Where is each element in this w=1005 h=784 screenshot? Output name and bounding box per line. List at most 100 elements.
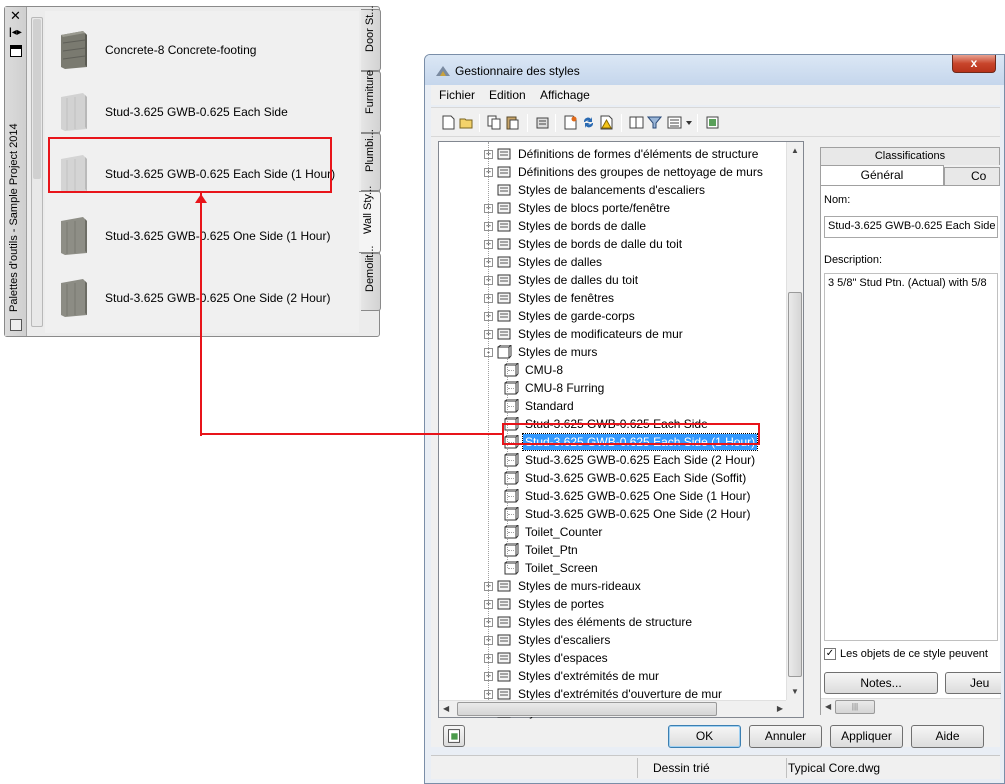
tab-components[interactable]: Co [944,167,1000,185]
menu-affichage[interactable]: Affichage [540,88,590,102]
tab-demolition[interactable]: Demolit... [361,246,381,311]
connector-line-vertical [200,193,202,436]
synchronize-icon[interactable] [581,115,596,130]
tab-label: Demolit... [364,245,376,292]
tree-row[interactable]: Toilet_Counter [503,523,604,541]
menu-edition[interactable]: Edition [489,88,526,102]
scroll-left-icon[interactable]: ◀ [825,702,831,711]
warning-icon[interactable] [599,115,614,130]
tree-row[interactable]: - Styles de murs [484,343,599,361]
tree-row[interactable]: + Styles d'espaces [484,649,610,667]
tree-row[interactable]: Styles de balancements d'escaliers [484,181,707,199]
palette-scroll-thumb[interactable] [33,19,41,179]
tree-row[interactable]: + Styles de modificateurs de mur [484,325,685,343]
help-button[interactable]: Aide [911,725,984,748]
tree-row[interactable]: + Styles de bords de dalle [484,217,648,235]
properties-horizontal-scrollbar[interactable]: ◀ ||| [821,698,1001,715]
view-options-icon[interactable] [667,115,682,130]
tree-row[interactable]: CMU-8 Furring [503,379,606,397]
shape-def-icon [497,148,511,160]
chevron-down-icon[interactable] [685,115,693,130]
cancel-button[interactable]: Annuler [749,725,822,748]
tree-row[interactable]: + Styles des éléments de structure [484,613,694,631]
tree-row[interactable]: + Styles de dalles [484,253,604,271]
tree-row[interactable]: + Définitions des groupes de nettoyage de… [484,163,765,181]
tree-row[interactable]: Stud-3.625 GWB-0.625 Each Side (Soffit) [503,469,748,487]
style-manager-settings-icon[interactable] [705,115,720,130]
scroll-up-icon[interactable]: ▲ [791,146,799,155]
tree-row-label: Styles d'extrémités de mur [518,669,660,683]
tree-guide-line [508,514,518,515]
objects-style-option[interactable]: ✓ Les objets de ce style peuvent [824,648,988,660]
tab-plumbing[interactable]: Plumbi... [361,129,381,191]
tree-row[interactable]: + Styles de fenêtres [484,289,616,307]
tab-furniture[interactable]: Furniture [361,70,381,133]
objects-style-checkbox[interactable]: ✓ [824,648,836,660]
scroll-down-icon[interactable]: ▼ [791,687,799,696]
tree-highlight-box [502,423,760,445]
name-field[interactable]: Stud-3.625 GWB-0.625 Each Side [824,216,998,238]
tree-row[interactable]: Stud-3.625 GWB-0.625 One Side (2 Hour) [503,505,752,523]
tab-label: Door St... [364,5,376,52]
status-separator [637,758,638,778]
railing-icon [497,310,511,322]
toggle-drawing-icon[interactable] [443,725,465,747]
palette-scrollbar[interactable] [31,17,43,327]
tree-hscroll-thumb[interactable] [457,702,717,716]
tree-row[interactable]: + Styles de bords de dalle du toit [484,235,684,253]
tree-row[interactable]: + Définitions de formes d'éléments de str… [484,145,760,163]
copy-icon[interactable] [487,115,502,130]
tree-row[interactable]: + Styles de dalles du toit [484,271,640,289]
palette-tool-concrete-footing[interactable]: Concrete-8 Concrete-footing [55,25,355,75]
scroll-right-icon[interactable]: ▶ [777,704,783,713]
palette-tool-stud-one-side-2hr[interactable]: Stud-3.625 GWB-0.625 One Side (2 Hour) [55,273,355,323]
new-drawing-icon[interactable] [441,115,456,130]
tree-row[interactable]: + Styles de garde-corps [484,307,637,325]
toolbar-separator [527,114,528,132]
toolbar-separator [697,114,698,132]
tree-row[interactable]: Stud-3.625 GWB-0.625 Each Side (2 Hour) [503,451,757,469]
tree-row[interactable]: Stud-3.625 GWB-0.625 One Side (1 Hour) [503,487,752,505]
tree-vertical-scrollbar[interactable]: ▲ ▼ [786,142,803,701]
tree-row-label: Stud-3.625 GWB-0.625 Each Side (Soffit) [525,471,747,485]
close-button[interactable]: x [952,55,996,73]
description-field[interactable]: 3 5/8" Stud Ptn. (Actual) with 5/8 [824,273,998,641]
connector-arrow-icon [195,194,207,203]
tree-row[interactable]: + Styles de portes [484,595,606,613]
style-manager-icon [436,66,450,76]
palette-tool-label: Concrete-8 Concrete-footing [105,43,257,57]
open-folder-icon[interactable] [459,115,474,130]
toggle-view-icon[interactable] [629,115,644,130]
tree-guide-line [508,478,518,479]
tree-guide-line [508,406,518,407]
ok-button[interactable]: OK [668,725,741,748]
property-sets-button[interactable]: Jeu [945,672,1001,694]
tree-row[interactable]: + Styles de murs-rideaux [484,577,643,595]
curtain-wall-icon [497,580,511,592]
tab-general[interactable]: Général [820,165,944,185]
tab-door-styles[interactable]: Door St... [361,5,381,71]
edit-style-icon[interactable] [563,115,578,130]
tab-classifications[interactable]: Classifications [820,147,1000,165]
tree-row-label: Toilet_Screen [525,561,598,575]
purge-icon[interactable] [535,115,550,130]
palette-tool-stud-one-side-1hr[interactable]: Stud-3.625 GWB-0.625 One Side (1 Hour) [55,211,355,261]
scroll-left-icon[interactable]: ◀ [443,704,449,713]
tab-wall-styles[interactable]: Wall Sty... [359,186,381,253]
apply-button[interactable]: Appliquer [830,725,903,748]
filter-icon[interactable] [647,115,662,130]
tree-row[interactable]: + Styles de blocs porte/fenêtre [484,199,672,217]
notes-button[interactable]: Notes... [824,672,938,694]
tree-row[interactable]: + Styles d'extrémités de mur [484,667,661,685]
tree-horizontal-scrollbar[interactable]: ◀ ▶ [439,700,787,717]
tree-guide-line [508,496,518,497]
palette-menu-icon[interactable] [10,319,22,331]
tree-scroll-thumb[interactable] [788,292,802,677]
palette-tool-stud-each-side[interactable]: Stud-3.625 GWB-0.625 Each Side [55,87,355,137]
properties-hscroll-thumb[interactable]: ||| [835,700,875,714]
menu-fichier[interactable]: Fichier [439,88,475,102]
dialog-titlebar: Gestionnaire des styles x [425,55,1004,85]
paste-icon[interactable] [505,115,520,130]
tree-row-label: Styles de bords de dalle du toit [518,237,683,251]
tree-row[interactable]: + Styles d'escaliers [484,631,612,649]
